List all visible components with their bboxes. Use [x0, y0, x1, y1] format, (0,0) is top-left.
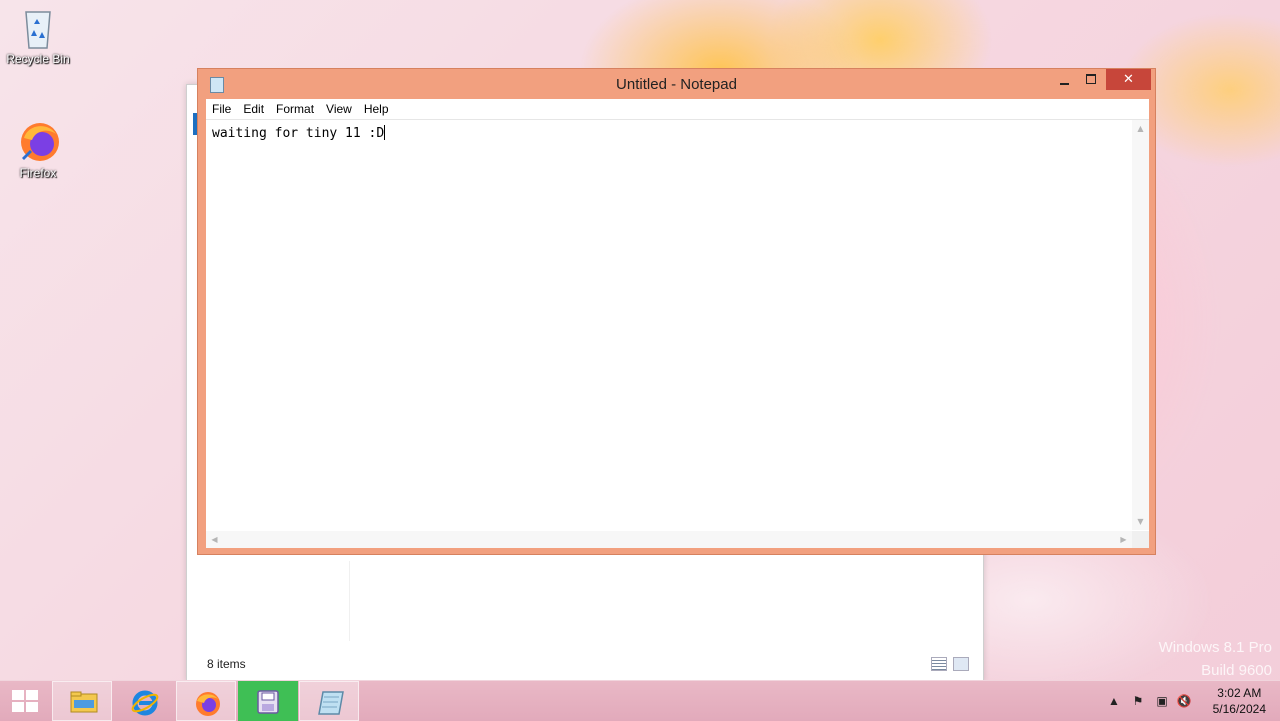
minimize-icon — [1060, 83, 1069, 85]
windows-watermark: Windows 8.1 Pro Build 9600 — [1159, 636, 1272, 682]
network-icon[interactable]: ▣ — [1154, 693, 1170, 709]
windows-logo-icon — [12, 690, 38, 712]
menu-view[interactable]: View — [320, 99, 358, 116]
recycle-bin-icon — [18, 6, 58, 50]
close-button[interactable]: ✕ — [1106, 69, 1151, 90]
ie-icon — [131, 689, 159, 716]
taskbar-internet-explorer[interactable] — [114, 681, 174, 721]
floppy-icon — [255, 689, 281, 714]
text-caret — [384, 125, 386, 140]
menu-help[interactable]: Help — [358, 99, 395, 116]
start-button[interactable] — [0, 681, 50, 721]
maximize-button[interactable] — [1078, 69, 1105, 90]
firefox-icon — [18, 120, 59, 164]
scroll-left-icon[interactable]: ◀ — [206, 531, 223, 548]
details-view-icon[interactable] — [931, 657, 947, 671]
scroll-up-icon[interactable]: ▲ — [1132, 120, 1149, 137]
vertical-scrollbar[interactable]: ▲ ▼ — [1132, 120, 1149, 530]
volume-muted-icon[interactable]: 🔇 — [1176, 693, 1192, 709]
horizontal-scrollbar[interactable]: ◀ ▶ — [206, 531, 1132, 548]
notepad-icon — [317, 690, 344, 715]
desktop-icon-label: Recycle Bin — [6, 52, 70, 66]
firefox-icon — [194, 690, 220, 716]
notepad-window[interactable]: Untitled - Notepad ✕ File Edit Format View H… — [197, 68, 1156, 555]
menu-edit[interactable]: Edit — [237, 99, 270, 116]
editor-content: waiting for tiny 11 :D — [212, 126, 385, 141]
menu-format[interactable]: Format — [270, 99, 320, 116]
resize-grip-icon[interactable] — [1132, 531, 1149, 548]
scroll-right-icon[interactable]: ▶ — [1115, 531, 1132, 548]
maximize-icon — [1086, 74, 1096, 84]
folder-icon — [70, 690, 98, 714]
menu-file[interactable]: File — [206, 99, 237, 116]
taskbar: ▲ ⚑ ▣ 🔇 3:02 AM 5/16/2024 — [0, 680, 1280, 721]
watermark-edition: Windows 8.1 Pro — [1158, 639, 1272, 656]
taskbar-notepad[interactable] — [299, 681, 359, 721]
desktop-icon-recycle-bin[interactable]: Recycle Bin — [0, 6, 76, 66]
minimize-button[interactable] — [1051, 69, 1078, 90]
menu-bar: File Edit Format View Help — [206, 99, 1149, 120]
close-icon: ✕ — [1123, 72, 1134, 87]
explorer-status-item-count: 8 items — [207, 657, 246, 671]
scroll-down-icon[interactable]: ▼ — [1132, 513, 1149, 530]
watermark-build: Build 9600 — [1201, 662, 1272, 679]
text-editor-area[interactable]: waiting for tiny 11 :D ▲ ▼ ◀ ▶ — [206, 120, 1149, 548]
taskbar-app[interactable] — [238, 681, 298, 721]
editor-text[interactable]: waiting for tiny 11 :D — [212, 125, 386, 141]
large-icons-view-icon[interactable] — [953, 657, 969, 671]
title-bar[interactable]: Untitled - Notepad ✕ — [198, 69, 1155, 99]
taskbar-file-explorer[interactable] — [52, 681, 112, 721]
desktop-icon-firefox[interactable]: Firefox — [0, 120, 76, 180]
clock-date: 5/16/2024 — [1212, 702, 1266, 716]
window-title: Untitled - Notepad — [616, 76, 737, 93]
action-center-flag-icon[interactable]: ⚑ — [1130, 693, 1146, 709]
desktop-icon-label: Firefox — [19, 166, 57, 180]
taskbar-firefox[interactable] — [176, 681, 236, 721]
explorer-divider — [349, 561, 350, 641]
system-tray: ▲ ⚑ ▣ 🔇 3:02 AM 5/16/2024 — [1100, 681, 1280, 721]
show-hidden-icons-chevron-icon[interactable]: ▲ — [1106, 693, 1122, 709]
clock-time: 3:02 AM — [1217, 686, 1262, 700]
clock[interactable]: 3:02 AM 5/16/2024 — [1213, 685, 1266, 717]
